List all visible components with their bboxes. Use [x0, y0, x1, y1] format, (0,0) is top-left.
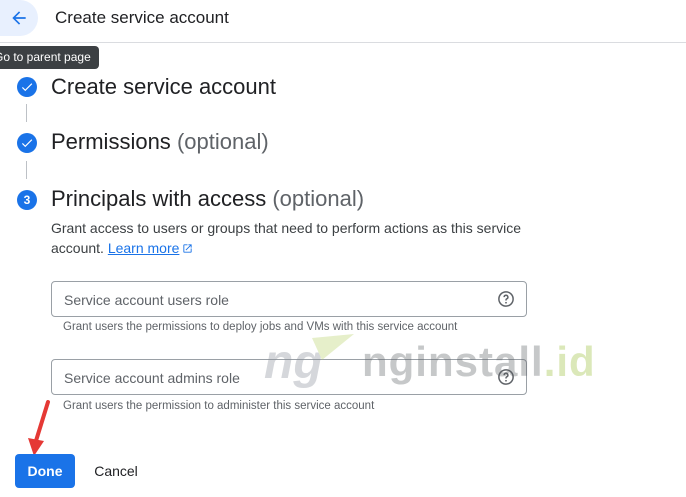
done-button[interactable]: Done [15, 454, 75, 488]
step-2-check-icon [17, 133, 37, 153]
users-role-hint: Grant users the permissions to deploy jo… [63, 321, 458, 333]
tooltip-parent-page: Go to parent page [0, 46, 99, 69]
cancel-button[interactable]: Cancel [83, 454, 149, 488]
step-3-title: Principals with access (optional) [51, 186, 365, 211]
users-role-field[interactable] [51, 281, 527, 318]
back-button[interactable] [0, 0, 38, 36]
step-connector [26, 104, 27, 122]
step-connector [26, 161, 27, 179]
arrow-back-icon [12, 11, 26, 25]
help-icon[interactable] [497, 290, 515, 308]
learn-more-link[interactable]: Learn more [108, 240, 194, 256]
annotation-arrow-icon [28, 400, 50, 456]
admins-role-field[interactable] [51, 359, 527, 396]
step-2-title[interactable]: Permissions (optional) [51, 129, 269, 155]
optional-label: (optional) [272, 186, 365, 211]
step-3-number-icon: 3 [17, 190, 37, 210]
help-icon[interactable] [497, 368, 515, 386]
step-1-title[interactable]: Create service account [51, 74, 276, 100]
step-1-check-icon [17, 77, 37, 97]
optional-label: (optional) [176, 129, 269, 154]
page-header: Create service account [0, 0, 686, 43]
step-3-description: Grant access to users or groups that nee… [51, 220, 521, 256]
admins-role-input[interactable] [62, 360, 486, 396]
admins-role-hint: Grant users the permission to administer… [63, 400, 375, 412]
external-link-icon [183, 244, 193, 253]
users-role-input[interactable] [62, 282, 486, 318]
page-title: Create service account [55, 8, 229, 27]
